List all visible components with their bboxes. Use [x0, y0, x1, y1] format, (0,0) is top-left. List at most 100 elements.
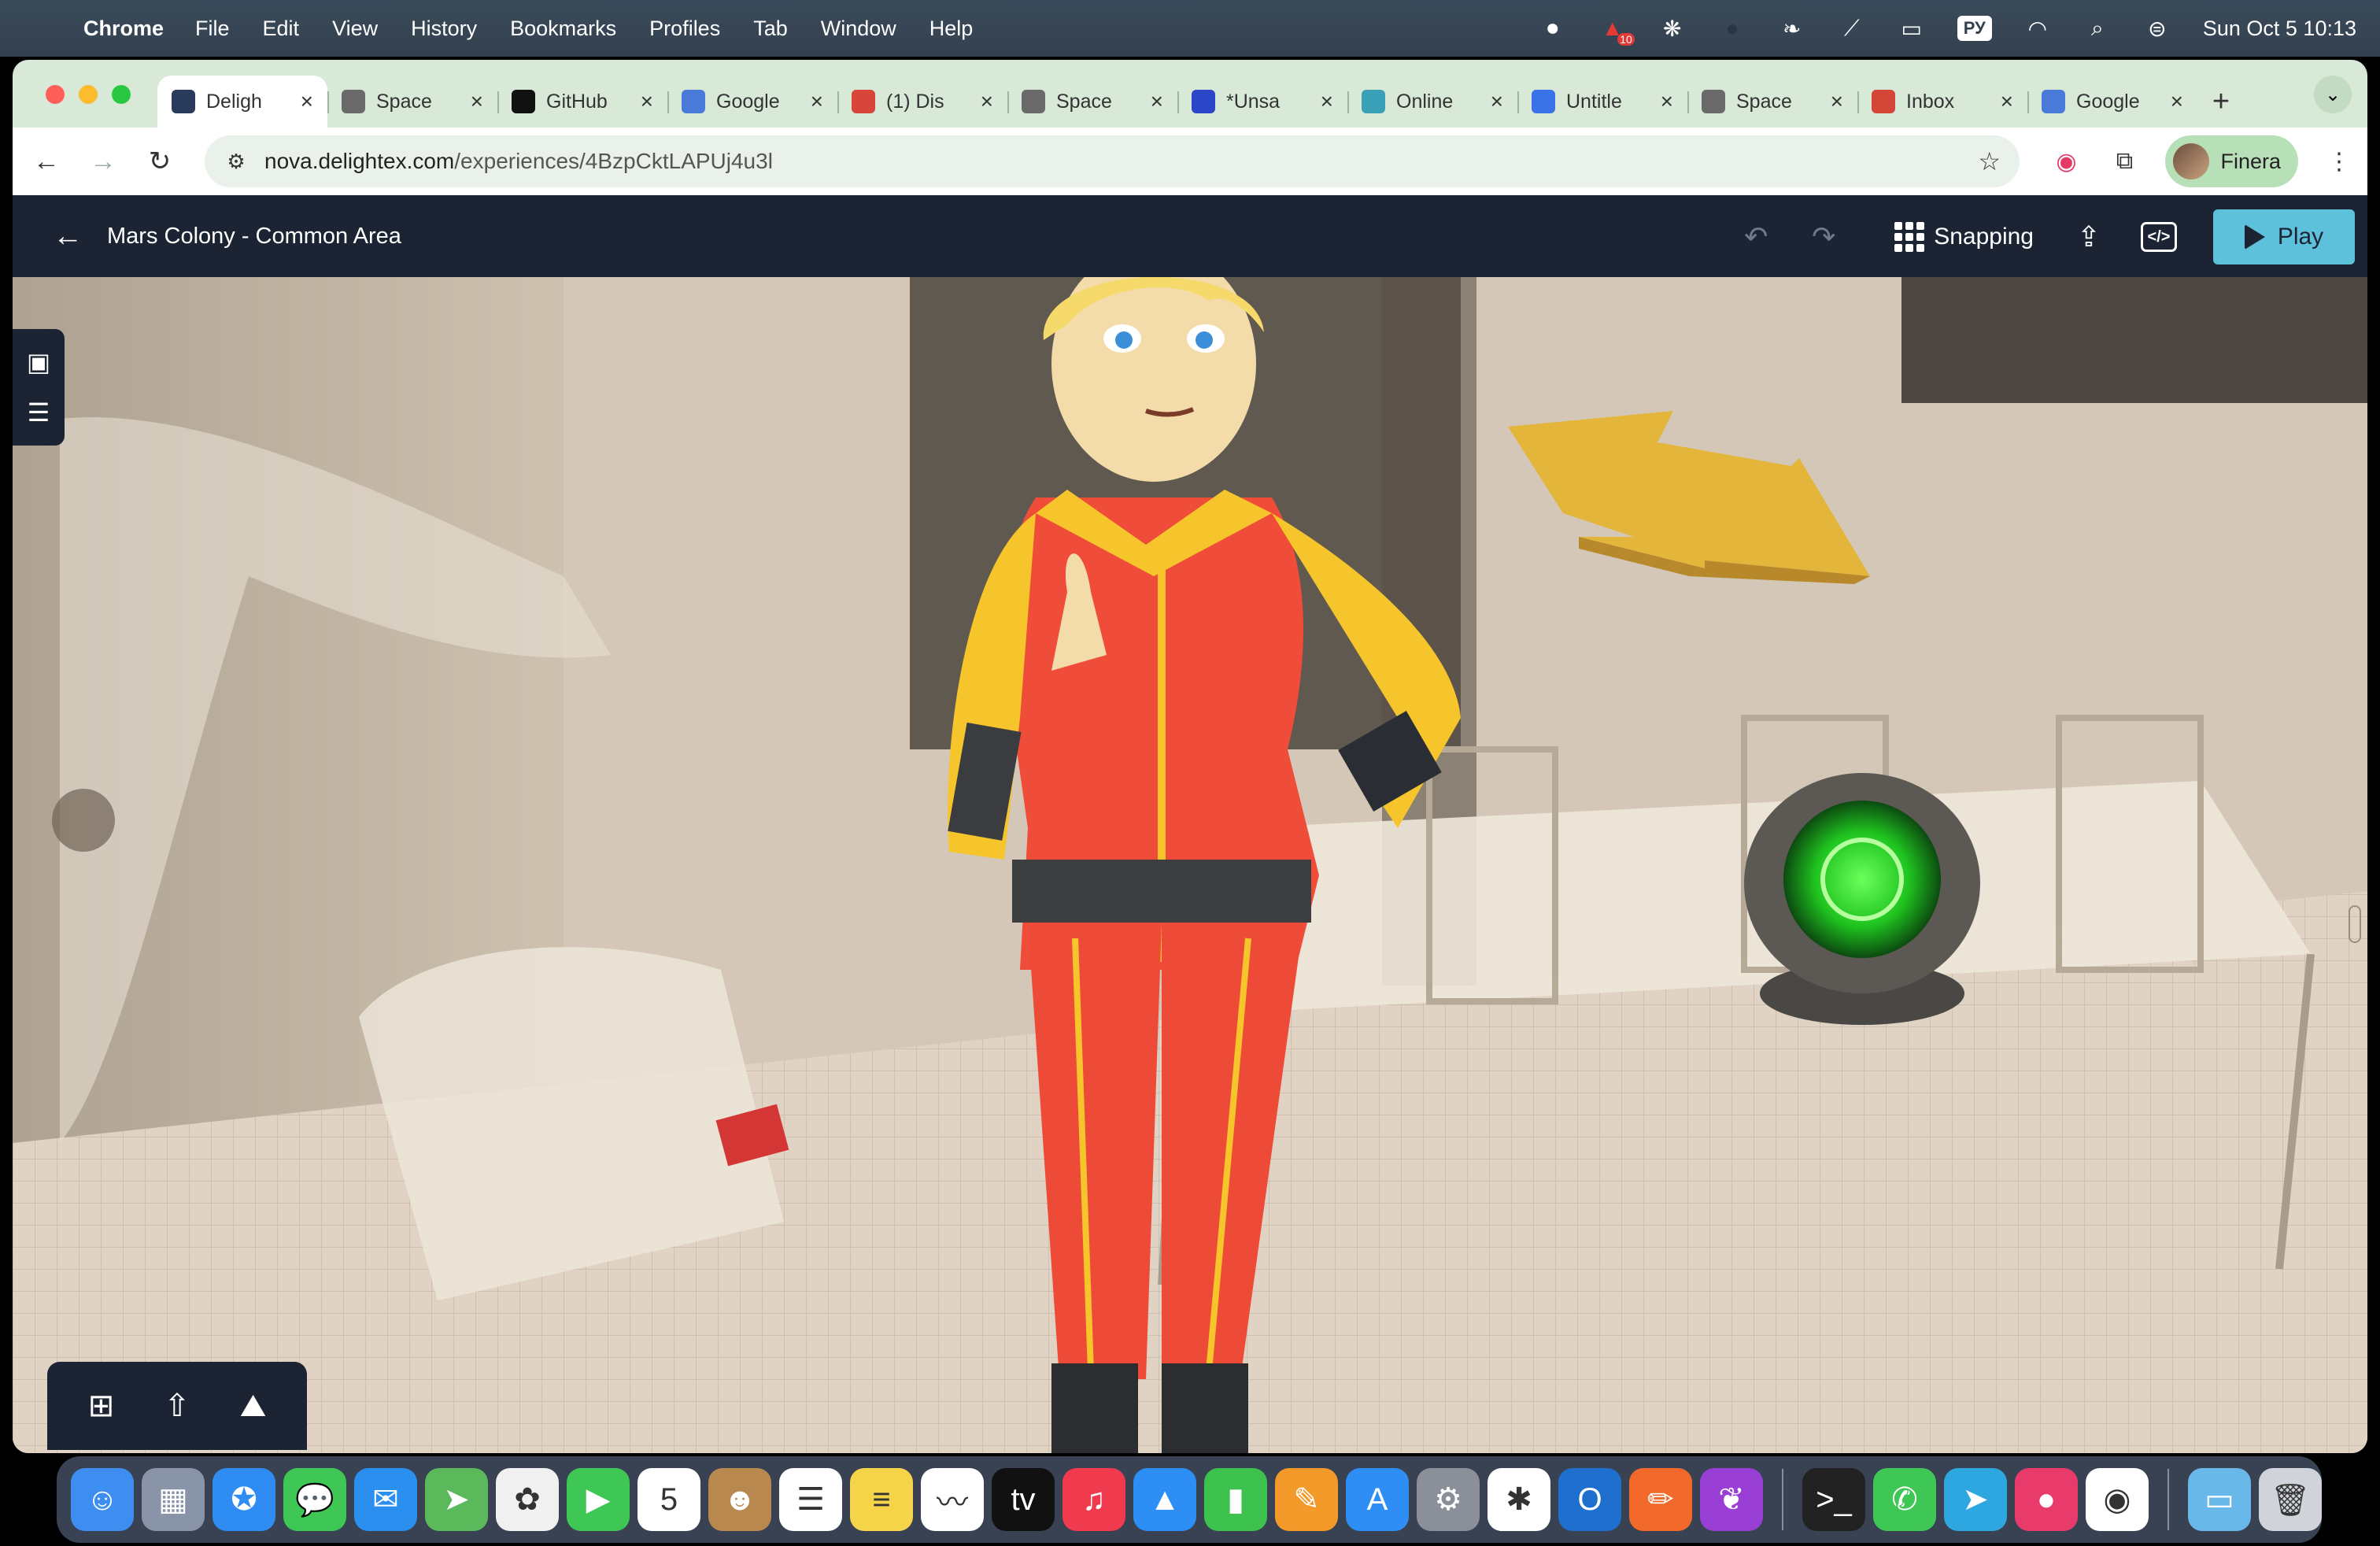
close-tab-icon[interactable]: ×	[1321, 89, 1333, 114]
battery-icon[interactable]: ▭	[1898, 14, 1926, 43]
reminders-icon[interactable]: ☰	[779, 1468, 842, 1531]
menu-edit[interactable]: Edit	[263, 17, 300, 41]
scroll-handle[interactable]	[2349, 905, 2361, 943]
slack-icon[interactable]: ✱	[1488, 1468, 1550, 1531]
chrome-menu-kebab-icon[interactable]: ⋮	[2322, 144, 2356, 179]
facetime-icon[interactable]: ▶	[567, 1468, 630, 1531]
browser-tab[interactable]: Google ×	[2027, 77, 2197, 126]
mail-icon[interactable]: ✉	[354, 1468, 417, 1531]
screen-record-icon[interactable]: ⏺	[1539, 14, 1567, 43]
close-window-button[interactable]	[46, 85, 65, 104]
redo-icon[interactable]: ↷	[1800, 213, 1847, 261]
keynote-icon[interactable]: ▲	[1133, 1468, 1196, 1531]
pink-app-icon[interactable]: ●	[2015, 1468, 2078, 1531]
calendar-icon[interactable]: 5	[638, 1468, 700, 1531]
close-tab-icon[interactable]: ×	[1491, 89, 1503, 114]
minimize-window-button[interactable]	[79, 85, 98, 104]
close-tab-icon[interactable]: ×	[811, 89, 823, 114]
new-tab-button[interactable]: +	[2197, 77, 2245, 126]
browser-tab[interactable]: (1) Dis ×	[837, 77, 1007, 126]
tulip-app-icon[interactable]: ❦	[1700, 1468, 1763, 1531]
environment-icon[interactable]: ⛰	[231, 1384, 275, 1428]
close-tab-icon[interactable]: ×	[1661, 89, 1673, 114]
reload-icon[interactable]: ↻	[137, 139, 183, 184]
extension-record-icon[interactable]: ◉	[2049, 144, 2083, 179]
menu-help[interactable]: Help	[929, 17, 974, 41]
safari-icon[interactable]: ✪	[213, 1468, 275, 1531]
menu-history[interactable]: History	[411, 17, 477, 41]
trash-icon[interactable]: 🗑	[2259, 1468, 2322, 1531]
maps-icon[interactable]: ➤	[425, 1468, 488, 1531]
leaf-icon[interactable]: ❧	[1778, 14, 1806, 43]
menu-file[interactable]: File	[195, 17, 230, 41]
menu-app-name[interactable]: Chrome	[83, 17, 164, 41]
system-settings-icon[interactable]: ⚙	[1417, 1468, 1480, 1531]
apple-icon[interactable]	[20, 0, 65, 57]
address-bar[interactable]: ⚙ nova.delightex.com/experiences/4BzpCkt…	[205, 135, 2020, 187]
cat-icon[interactable]: ●	[1718, 14, 1746, 43]
messages-icon[interactable]: 💬	[283, 1468, 346, 1531]
app-store-icon[interactable]: A	[1346, 1468, 1409, 1531]
pen-off-icon[interactable]: ⟋	[1838, 14, 1866, 43]
tab-search-chevron-icon[interactable]: ⌄	[2314, 76, 2352, 113]
back-arrow-icon[interactable]: ←	[24, 139, 69, 184]
close-tab-icon[interactable]: ×	[2001, 89, 2013, 114]
close-tab-icon[interactable]: ×	[1151, 89, 1163, 114]
extensions-puzzle-icon[interactable]: ⧉	[2107, 144, 2142, 179]
close-tab-icon[interactable]: ×	[641, 89, 653, 114]
library-icon[interactable]: ⊞	[79, 1384, 124, 1428]
browser-tab[interactable]: GitHub ×	[497, 77, 667, 126]
zoom-window-button[interactable]	[112, 85, 131, 104]
wifi-icon[interactable]: ◠	[2023, 14, 2052, 43]
bookmark-star-icon[interactable]: ☆	[1978, 146, 2001, 176]
photos-icon[interactable]: ✿	[496, 1468, 559, 1531]
tv-icon[interactable]: tv	[992, 1468, 1055, 1531]
telegram-icon[interactable]: ➤	[1944, 1468, 2007, 1531]
site-info-icon[interactable]: ⚙	[220, 146, 252, 177]
menu-tab[interactable]: Tab	[753, 17, 788, 41]
share-icon[interactable]: ⇪	[2065, 213, 2112, 261]
browser-tab[interactable]: *Unsa ×	[1177, 77, 1347, 126]
back-arrow-icon[interactable]: ←	[44, 213, 91, 260]
whatsapp-icon[interactable]: ✆	[1873, 1468, 1936, 1531]
chrome-icon[interactable]: ◉	[2086, 1468, 2149, 1531]
spotlight-search-icon[interactable]: ⌕	[2083, 14, 2112, 43]
undo-icon[interactable]: ↶	[1732, 213, 1779, 261]
scene-viewport[interactable]: ▣ ☰ ⊞ ⇧ ⛰	[13, 277, 2367, 1453]
control-center-icon[interactable]: ⊜	[2143, 14, 2171, 43]
close-tab-icon[interactable]: ×	[981, 89, 993, 114]
browser-tab[interactable]: Space ×	[327, 77, 497, 126]
launchpad-icon[interactable]: ▦	[142, 1468, 205, 1531]
notes-icon[interactable]: ≡	[850, 1468, 913, 1531]
butterfly-icon[interactable]: ❋	[1658, 14, 1687, 43]
snapping-toggle[interactable]: Snapping	[1894, 222, 2034, 252]
menu-bookmarks[interactable]: Bookmarks	[510, 17, 616, 41]
browser-tab[interactable]: Inbox ×	[1857, 77, 2027, 126]
browser-tab[interactable]: Google ×	[667, 77, 837, 126]
browser-tab[interactable]: Untitle ×	[1517, 77, 1687, 126]
upload-icon[interactable]: ⇧	[155, 1384, 199, 1428]
profile-button[interactable]: Finera	[2165, 135, 2298, 187]
outlook-icon[interactable]: O	[1558, 1468, 1621, 1531]
url-text[interactable]: nova.delightex.com/experiences/4BzpCktLA…	[264, 149, 773, 174]
menu-profiles[interactable]: Profiles	[649, 17, 720, 41]
downloads-folder-icon[interactable]: ▭	[2188, 1468, 2251, 1531]
terminal-icon[interactable]: >_	[1802, 1468, 1865, 1531]
browser-tab[interactable]: Space ×	[1687, 77, 1857, 126]
play-button[interactable]: Play	[2213, 209, 2355, 264]
contacts-icon[interactable]: ☻	[708, 1468, 771, 1531]
menu-window[interactable]: Window	[821, 17, 896, 41]
gallery-icon[interactable]: ▣	[22, 346, 55, 379]
numbers-icon[interactable]: ▮	[1204, 1468, 1267, 1531]
close-tab-icon[interactable]: ×	[2171, 89, 2183, 114]
freeform-icon[interactable]: 〰	[921, 1468, 984, 1531]
menu-view[interactable]: View	[332, 17, 378, 41]
browser-tab[interactable]: Space ×	[1007, 77, 1177, 126]
pencil-app-icon[interactable]: ✏	[1629, 1468, 1692, 1531]
code-icon[interactable]: </>	[2141, 222, 2177, 252]
forward-arrow-icon[interactable]: →	[80, 139, 126, 184]
menu-clock[interactable]: Sun Oct 5 10:13	[2203, 17, 2356, 41]
browser-tab[interactable]: Online ×	[1347, 77, 1517, 126]
close-tab-icon[interactable]: ×	[471, 89, 483, 114]
close-tab-icon[interactable]: ×	[301, 89, 313, 114]
